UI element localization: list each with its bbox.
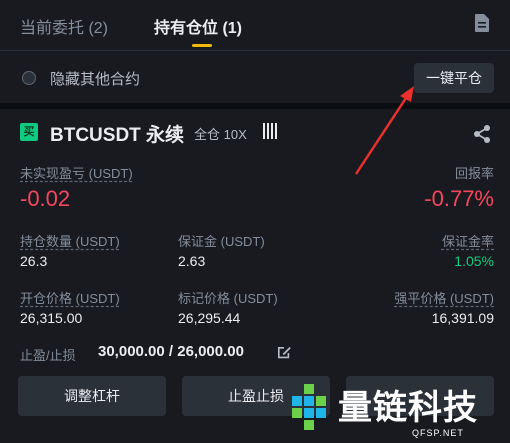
edit-icon[interactable] [276,344,292,360]
liq-price-value: 16,391.09 [431,310,494,326]
hide-other-row: 隐藏其他合约 一键平仓 [0,55,510,101]
adjust-leverage-button[interactable]: 调整杠杆 [18,376,166,416]
margin-label: 保证金 (USDT) [178,234,265,249]
side-badge: 买 [20,123,38,141]
watermark-name: 量链科技 [338,388,478,428]
margin-mode: 全仓 10X [194,127,247,142]
watermark-logo: 量链科技 QFSP.NET [286,378,510,443]
entry-price-label[interactable]: 开仓价格 (USDT) [20,288,120,307]
unrealized-pnl-label[interactable]: 未实现盈亏 (USDT) [20,163,133,182]
position-tabs: 当前委托 (2) 持有仓位 (1) [0,0,510,50]
hide-other-label: 隐藏其他合约 [50,71,141,88]
tab-positions[interactable]: 持有仓位 (1) [154,14,242,38]
margin-value: 2.63 [178,253,206,269]
share-icon[interactable] [472,124,492,144]
tpsl-label: 止盈/止损 [20,348,76,363]
symbol-name[interactable]: BTCUSDT 永续 [50,120,184,147]
mark-price-label: 标记价格 (USDT) [178,291,278,306]
roe-value: -0.77% [424,186,494,211]
mark-price-value: 26,295.44 [178,310,241,326]
hide-other-checkbox[interactable] [22,71,36,85]
watermark-icon [292,384,326,430]
size-label[interactable]: 持仓数量 (USDT) [20,231,120,250]
document-icon[interactable] [474,13,490,33]
tpsl-value: 30,000.00 / 26,000.00 [98,343,244,360]
active-tab-indicator [192,44,212,47]
watermark-site: QFSP.NET [412,428,464,438]
margin-ratio-label[interactable]: 保证金率 [442,231,494,250]
position-header: 买 BTCUSDT 永续 全仓 10X [0,118,510,148]
section-divider [0,103,510,109]
size-value: 26.3 [20,253,48,269]
tabs-divider [0,50,510,51]
tpsl-row: 止盈/止损 30,000.00 / 26,000.00 [20,343,500,365]
entry-price-value: 26,315.00 [20,310,83,326]
tab-open-orders[interactable]: 当前委托 (2) [20,14,108,38]
liq-price-label[interactable]: 强平价格 (USDT) [394,288,494,307]
margin-ratio-value: 1.05% [454,253,494,269]
leverage-icon [263,123,283,139]
close-all-button[interactable]: 一键平仓 [414,63,494,93]
roe-label: 回报率 [454,166,494,181]
unrealized-pnl-value: -0.02 [20,186,71,211]
